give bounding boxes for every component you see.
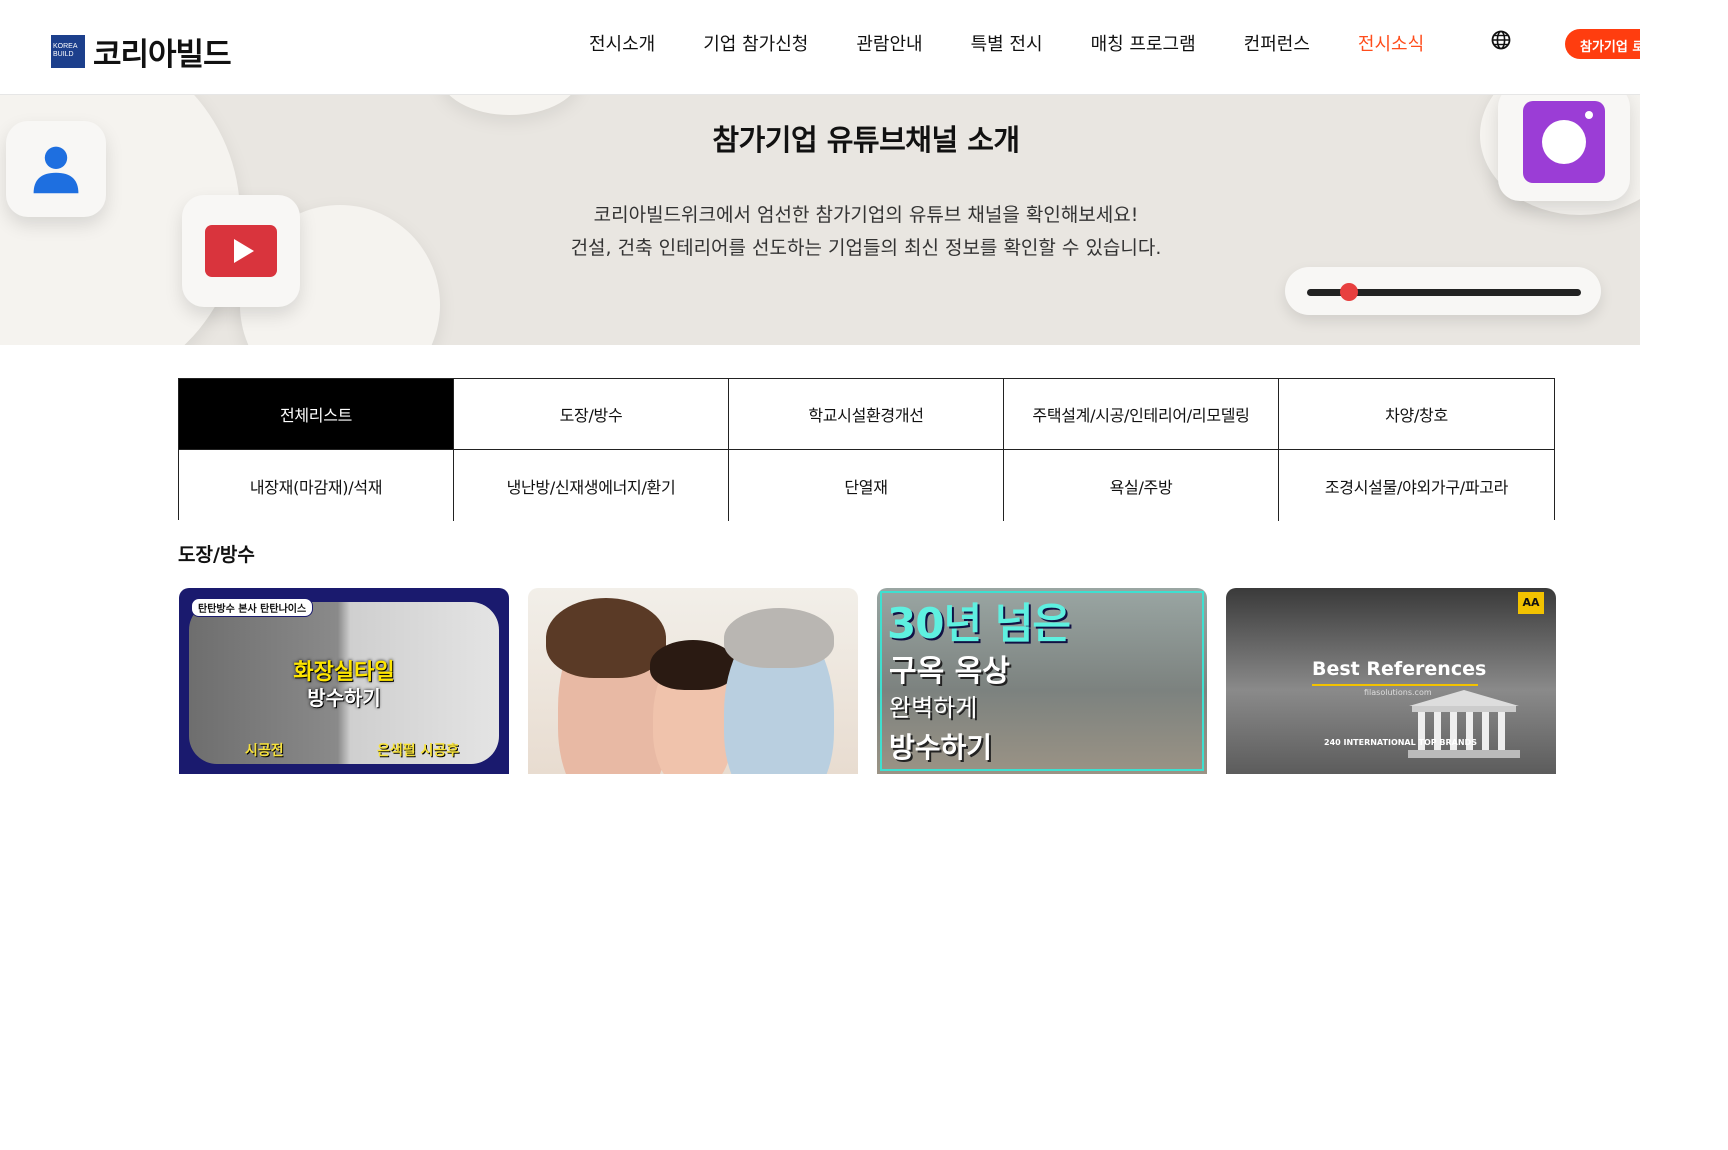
- thumbnail-tag: 탄탄방수 본사 탄탄나이스: [191, 598, 314, 617]
- video-thumbnail[interactable]: [528, 588, 858, 774]
- hero-desc-line2: 건설, 건축 인테리어를 선도하는 기업들의 최신 정보를 확인할 수 있습니다…: [570, 237, 1162, 259]
- temple-illustration: [1408, 690, 1520, 758]
- category-hvac-energy[interactable]: 냉난방/신재생에너지/환기: [454, 450, 729, 521]
- thumbnail-before-label: 시공전: [245, 743, 284, 759]
- decor-bubble: [440, 95, 580, 115]
- thumbnail-line2: 구옥 옥상: [889, 654, 1010, 689]
- hero-description: 코리아빌드위크에서 엄선한 참가기업의 유튜브 채널을 확인해보세요! 건설, …: [0, 199, 1640, 265]
- site-header: KOREA BUILD 코리아빌드 전시소개 기업 참가신청 관람안내 특별 전…: [0, 0, 1640, 95]
- thumbnail-headline: 30년 넘은: [887, 599, 1071, 648]
- category-all[interactable]: 전체리스트: [179, 379, 454, 450]
- nav-item-exhibition-news[interactable]: 전시소식: [1358, 30, 1424, 56]
- hero-banner: 참가기업 유튜브채널 소개 코리아빌드위크에서 엄선한 참가기업의 유튜브 채널…: [0, 95, 1640, 345]
- video-thumbnail[interactable]: 30년 넘은 구옥 옥상 완벽하게 방수하기: [877, 588, 1207, 774]
- brand-logo: AA: [1518, 592, 1544, 614]
- slider-knob: [1340, 283, 1358, 301]
- category-interior-materials[interactable]: 내장재(마감재)/석재: [179, 450, 454, 521]
- video-thumbnail[interactable]: 탄탄방수 본사 탄탄나이스 화장실타일 방수하기 시공전 은색펄 시공후: [179, 588, 509, 774]
- globe-icon[interactable]: [1491, 30, 1511, 50]
- thumbnail-badge: 240 INTERNATIONAL TOP BRANDS: [1324, 738, 1477, 747]
- video-thumbnail[interactable]: AA Best References filasolutions.com 240…: [1226, 588, 1556, 774]
- person-hair: [724, 608, 834, 668]
- page-title: 참가기업 유튜브채널 소개: [712, 123, 1020, 157]
- person-hair: [546, 598, 666, 678]
- person-hair: [650, 640, 736, 690]
- logo-mark: KOREA BUILD: [51, 35, 85, 68]
- main-nav: 전시소개 기업 참가신청 관람안내 특별 전시 매칭 프로그램 컨퍼런스 전시소…: [589, 30, 1424, 56]
- headline-underline: [1312, 684, 1478, 686]
- category-tabs: 전체리스트 도장/방수 학교시설환경개선 주택설계/시공/인테리어/리모델링 차…: [178, 378, 1555, 521]
- category-landscape-outdoor[interactable]: 조경시설물/야외가구/파고라: [1279, 450, 1554, 521]
- nav-item-visitor-guide[interactable]: 관람안내: [856, 30, 922, 56]
- hero-desc-line1: 코리아빌드위크에서 엄선한 참가기업의 유튜브 채널을 확인해보세요!: [593, 204, 1139, 226]
- thumbnail-line3: 완벽하게: [889, 694, 978, 722]
- category-painting-waterproofing[interactable]: 도장/방수: [454, 379, 729, 450]
- decor-slider: [1285, 267, 1601, 315]
- category-school-facilities[interactable]: 학교시설환경개선: [729, 379, 1004, 450]
- category-shades-windows[interactable]: 차양/창호: [1279, 379, 1554, 450]
- category-housing-interior[interactable]: 주택설계/시공/인테리어/리모델링: [1004, 379, 1279, 450]
- nav-item-exhibition-intro[interactable]: 전시소개: [589, 30, 655, 56]
- category-bath-kitchen[interactable]: 욕실/주방: [1004, 450, 1279, 521]
- thumbnail-subheadline: 방수하기: [307, 686, 381, 710]
- thumbnail-site: filasolutions.com: [1364, 688, 1432, 697]
- section-title: 도장/방수: [178, 544, 255, 566]
- thumbnail-headline: Best References: [1312, 658, 1487, 680]
- nav-item-special-exhibition[interactable]: 특별 전시: [971, 30, 1043, 56]
- nav-item-matching-program[interactable]: 매칭 프로그램: [1091, 30, 1196, 56]
- site-logo[interactable]: KOREA BUILD 코리아빌드: [51, 29, 232, 74]
- nav-item-conference[interactable]: 컨퍼런스: [1244, 30, 1310, 56]
- thumbnail-line4: 방수하기: [889, 731, 993, 764]
- nav-item-exhibitor-apply[interactable]: 기업 참가신청: [703, 30, 808, 56]
- logo-text: 코리아빌드: [93, 37, 232, 73]
- video-list: 탄탄방수 본사 탄탄나이스 화장실타일 방수하기 시공전 은색펄 시공후 30년…: [179, 588, 1556, 774]
- thumbnail-after-label: 은색펄 시공후: [377, 743, 460, 759]
- exhibitor-login-button[interactable]: 참가기업 로: [1565, 29, 1640, 59]
- category-insulation[interactable]: 단열재: [729, 450, 1004, 521]
